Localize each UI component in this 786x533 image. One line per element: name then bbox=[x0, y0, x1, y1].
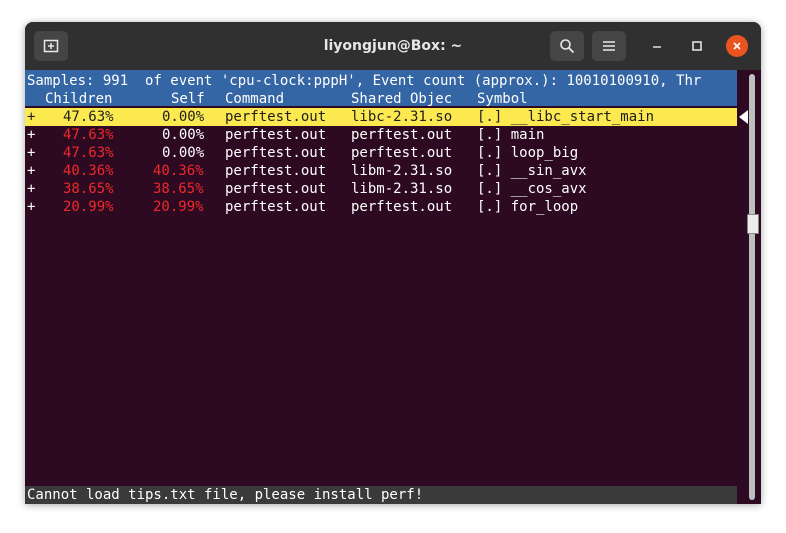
self-pct: 38.65% bbox=[153, 181, 204, 197]
column-headers: Children Self Command Shared Objec Symbo… bbox=[27, 90, 528, 108]
expand-marker: + bbox=[27, 199, 36, 215]
maximize-button[interactable] bbox=[685, 34, 709, 58]
self-pct: 40.36% bbox=[153, 163, 204, 179]
self-pct: 0.00% bbox=[162, 127, 205, 143]
status-message: Cannot load tips.txt file, please instal… bbox=[27, 487, 424, 503]
command-cell: perftest.out bbox=[225, 199, 327, 215]
table-row[interactable]: + 20.99% 20.99% perftest.out perftest.ou… bbox=[27, 198, 578, 216]
col-self: Self bbox=[171, 91, 205, 107]
expand-marker: + bbox=[27, 109, 36, 125]
children-pct: 20.99% bbox=[63, 199, 114, 215]
self-pct: 0.00% bbox=[162, 145, 205, 161]
scrollbar[interactable] bbox=[737, 70, 761, 504]
col-command: Command bbox=[225, 91, 285, 107]
title-bar: liyongjun@Box: ~ bbox=[25, 22, 761, 70]
minimize-button[interactable] bbox=[645, 34, 669, 58]
table-row[interactable]: + 47.63% 0.00% perftest.out libc-2.31.so… bbox=[27, 108, 654, 126]
table-row[interactable]: + 38.65% 38.65% perftest.out libm-2.31.s… bbox=[27, 180, 587, 198]
new-tab-button[interactable] bbox=[34, 31, 68, 61]
table-row[interactable]: + 47.63% 0.00% perftest.out perftest.out… bbox=[27, 126, 544, 144]
expand-marker: + bbox=[27, 181, 36, 197]
menu-button[interactable] bbox=[592, 31, 626, 61]
selection-pointer-icon bbox=[739, 110, 748, 124]
table-row[interactable]: + 40.36% 40.36% perftest.out libm-2.31.s… bbox=[27, 162, 587, 180]
close-button[interactable] bbox=[726, 35, 748, 57]
hamburger-icon bbox=[603, 41, 615, 51]
shared-object-cell: libm-2.31.so bbox=[351, 163, 453, 179]
children-pct: 38.65% bbox=[63, 181, 114, 197]
self-pct: 0.00% bbox=[162, 109, 205, 125]
terminal-window: liyongjun@Box: ~ Samples: 991 of event '… bbox=[25, 22, 761, 504]
command-cell: perftest.out bbox=[225, 163, 327, 179]
symbol-cell: [.] main bbox=[477, 127, 545, 143]
symbol-cell: [.] __libc_start_main bbox=[477, 109, 655, 125]
scrollbar-thumb[interactable] bbox=[747, 214, 759, 234]
table-row[interactable]: + 47.63% 0.00% perftest.out perftest.out… bbox=[27, 144, 578, 162]
maximize-icon bbox=[692, 41, 702, 51]
shared-object-cell: perftest.out bbox=[351, 199, 453, 215]
command-cell: perftest.out bbox=[225, 127, 327, 143]
shared-object-cell: perftest.out bbox=[351, 145, 453, 161]
expand-marker: + bbox=[27, 163, 36, 179]
minimize-icon bbox=[653, 46, 661, 48]
self-pct: 20.99% bbox=[153, 199, 204, 215]
symbol-cell: [.] __sin_avx bbox=[477, 163, 587, 179]
terminal-area[interactable]: Samples: 991 of event 'cpu-clock:pppH', … bbox=[25, 70, 761, 504]
command-cell: perftest.out bbox=[225, 145, 327, 161]
summary-line: Samples: 991 of event 'cpu-clock:pppH', … bbox=[27, 73, 702, 89]
symbol-cell: [.] __cos_avx bbox=[477, 181, 587, 197]
col-symbol: Symbol bbox=[477, 91, 528, 107]
children-pct: 47.63% bbox=[63, 127, 114, 143]
shared-object-cell: libm-2.31.so bbox=[351, 181, 453, 197]
children-pct: 40.36% bbox=[63, 163, 114, 179]
new-tab-icon bbox=[43, 39, 59, 53]
search-icon bbox=[560, 39, 575, 54]
shared-object-cell: libc-2.31.so bbox=[351, 109, 453, 125]
scrollbar-track[interactable] bbox=[749, 74, 755, 500]
expand-marker: + bbox=[27, 145, 36, 161]
symbol-cell: [.] for_loop bbox=[477, 199, 579, 215]
col-children: Children bbox=[45, 91, 113, 107]
col-shared: Shared Objec bbox=[351, 91, 453, 107]
expand-marker: + bbox=[27, 127, 36, 143]
close-icon bbox=[733, 42, 741, 50]
command-cell: perftest.out bbox=[225, 181, 327, 197]
shared-object-cell: perftest.out bbox=[351, 127, 453, 143]
children-pct: 47.63% bbox=[63, 145, 114, 161]
search-button[interactable] bbox=[550, 31, 584, 61]
command-cell: perftest.out bbox=[225, 109, 327, 125]
symbol-cell: [.] loop_big bbox=[477, 145, 579, 161]
children-pct: 47.63% bbox=[63, 109, 114, 125]
